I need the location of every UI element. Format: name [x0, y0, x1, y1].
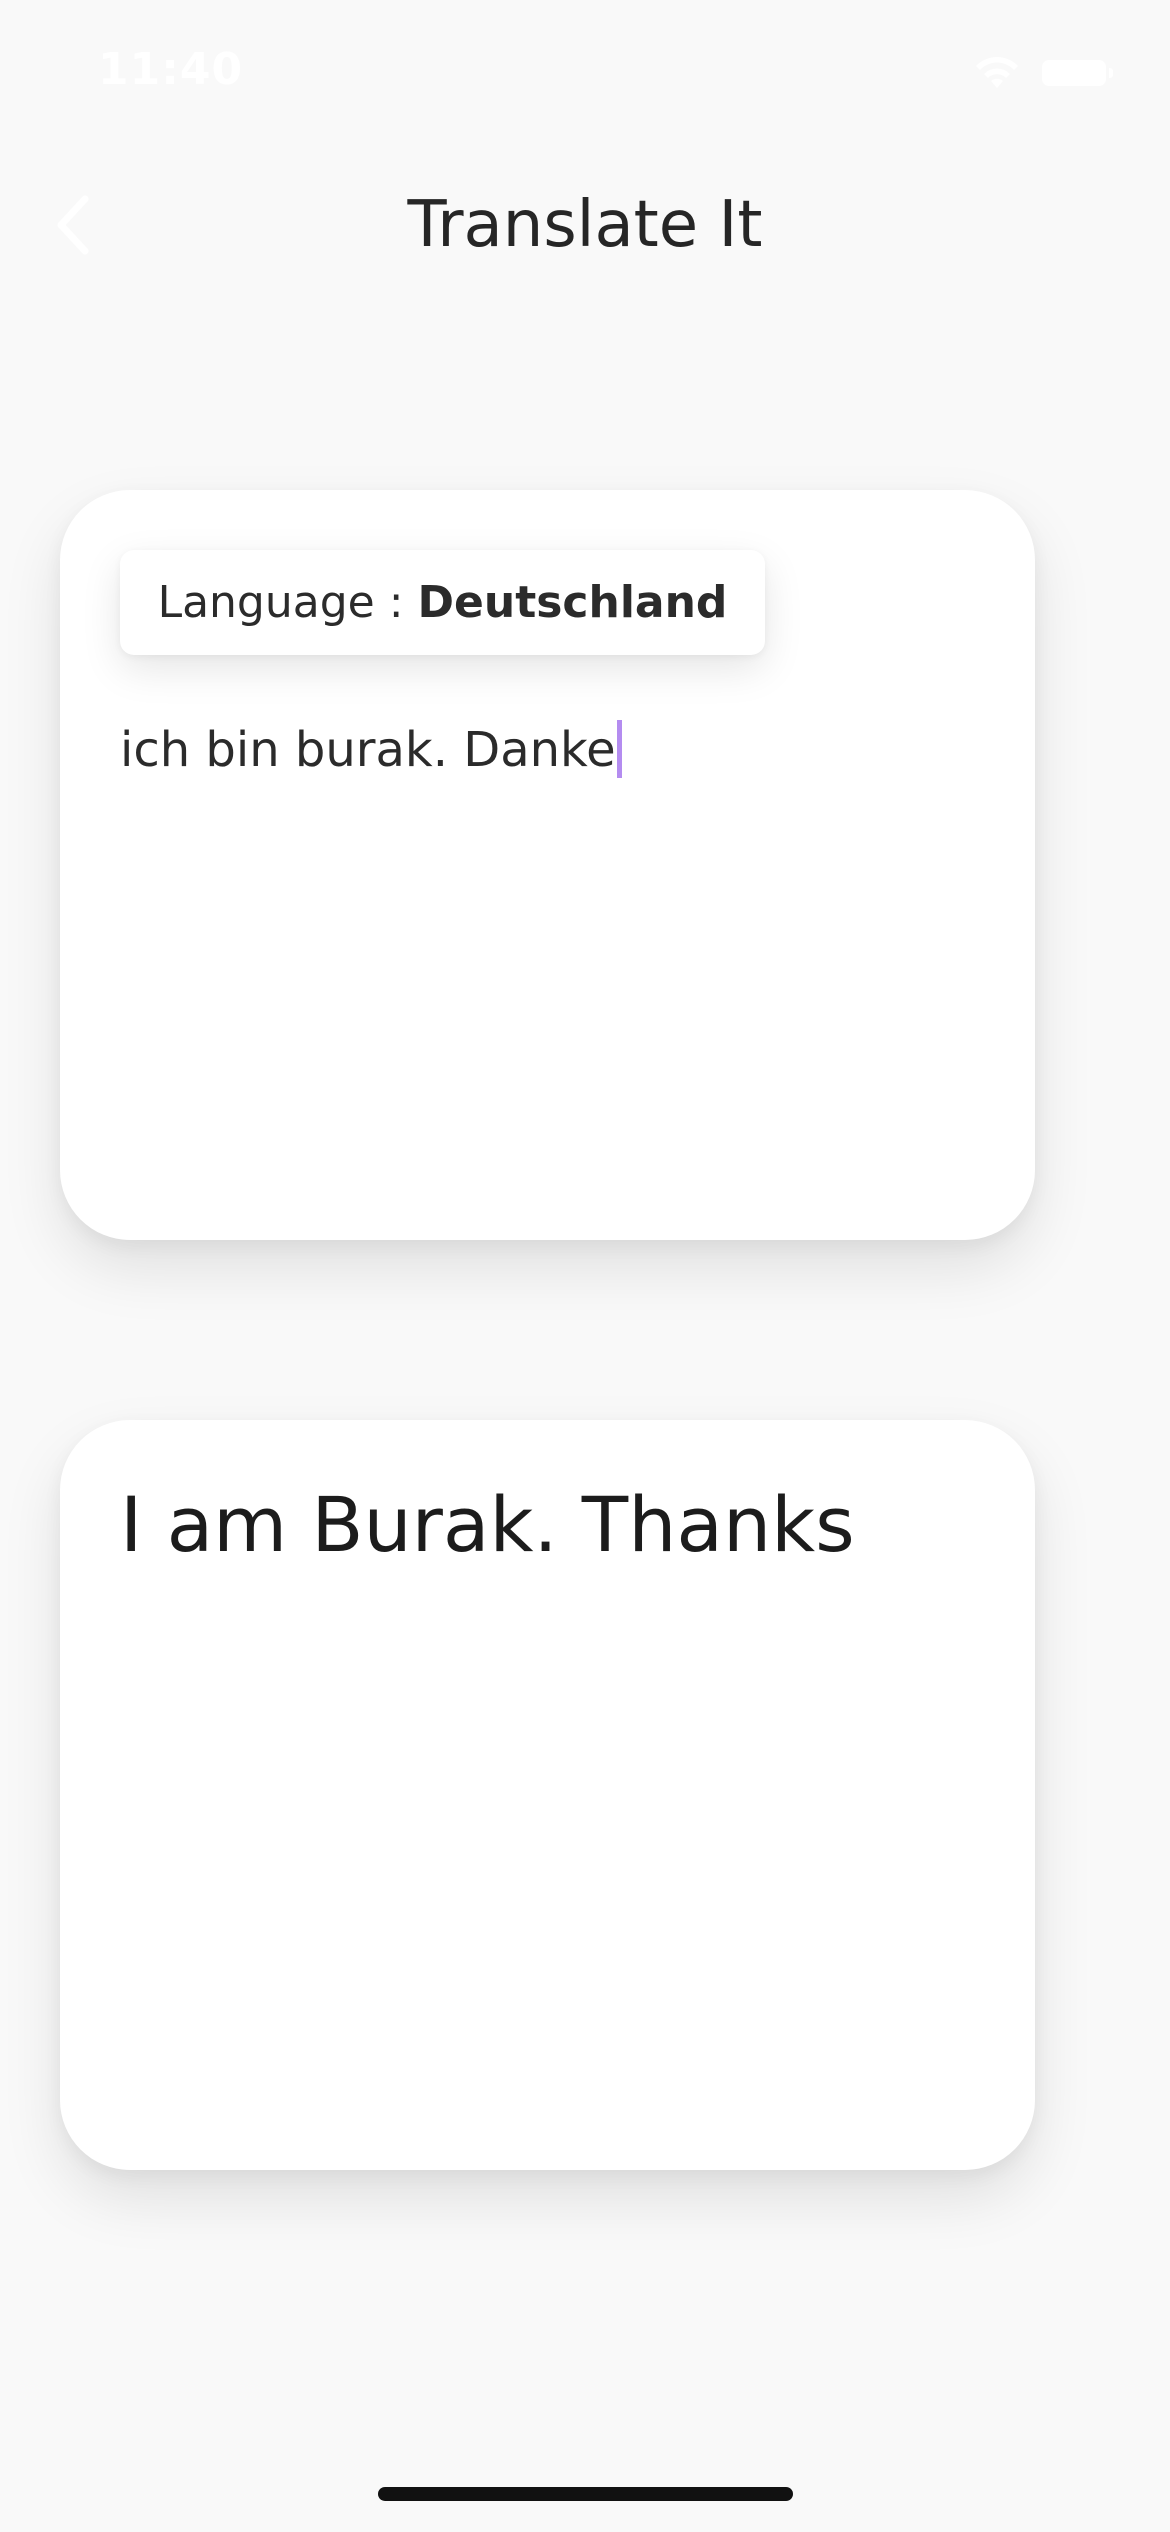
source-card: Language : Deutschland ich bin burak. Da…: [60, 490, 1035, 1240]
source-text-value: ich bin burak. Danke: [120, 722, 616, 778]
source-text-input[interactable]: ich bin burak. Danke: [120, 720, 970, 780]
language-selector[interactable]: Language : Deutschland: [120, 550, 765, 655]
translate-screen: 11:40 Translate It Language : Deutschlan…: [0, 0, 1170, 2532]
status-bar: 11:40: [0, 0, 1170, 140]
home-indicator[interactable]: [378, 2487, 793, 2501]
battery-icon: [1042, 60, 1113, 86]
wifi-icon: [976, 57, 1018, 88]
text-cursor: [616, 720, 622, 778]
translated-text: I am Burak. Thanks: [120, 1480, 855, 1569]
language-label: Language :: [157, 577, 404, 628]
translation-card: I am Burak. Thanks: [60, 1420, 1035, 2170]
page-title: Translate It: [407, 188, 763, 262]
language-value: Deutschland: [417, 577, 728, 628]
status-time: 11:40: [98, 44, 244, 95]
